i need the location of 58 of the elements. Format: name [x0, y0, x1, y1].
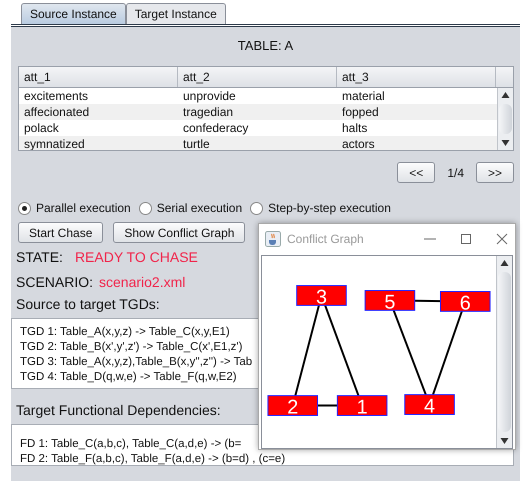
window-title: Conflict Graph — [287, 232, 365, 246]
fd-text: FD 1: Table_C(a,b,c), Table_C(a,d,e) -> (b= — [20, 437, 242, 452]
tab[interactable]: Target Instance — [126, 3, 226, 24]
table-cell-text: confederacy — [182, 120, 250, 136]
scroll-up-icon[interactable] — [501, 91, 510, 99]
fds-heading: Target Functional Dependencies: — [16, 402, 221, 418]
graph-node[interactable]: 3 — [296, 285, 347, 308]
java-cup-icon — [265, 230, 281, 246]
column-header[interactable]: att_1 — [19, 67, 178, 87]
state-value: READY TO CHASE — [74, 249, 198, 265]
graph-node[interactable]: 6 — [440, 291, 491, 314]
action-button[interactable]: Show Conflict Graph — [113, 222, 246, 243]
tgds-heading: Source to target TGDs: — [16, 296, 160, 312]
scrollbar[interactable] — [496, 256, 512, 448]
graph-node[interactable]: 4 — [404, 394, 455, 418]
column-header[interactable]: att_3 — [337, 67, 496, 87]
table-cell-text: turtle — [182, 136, 211, 150]
tgd-text: TGD 4: Table_D(q,w,e) -> Table_F(q,w,E2) — [20, 370, 237, 385]
tgd-text: TGD 3: Table_A(x,y,z),Table_B(x,y'',z'') -> Tab — [20, 355, 252, 370]
scroll-down-icon[interactable] — [501, 139, 510, 147]
table-cell-text: unprovide — [182, 88, 237, 104]
page-indicator: 1/4 — [447, 166, 464, 180]
graph-node[interactable]: 1 — [336, 395, 388, 418]
radio-label[interactable]: Step-by-step execution — [268, 201, 391, 215]
previous-page-button[interactable]: << — [397, 162, 436, 183]
table-cell-text: halts — [341, 120, 368, 136]
table-cell-text: polack — [23, 120, 60, 136]
graph-edge — [414, 300, 440, 302]
graph-node[interactable]: 5 — [364, 290, 416, 314]
table-cell-text: material — [341, 88, 386, 104]
radio-label[interactable]: Serial execution — [156, 201, 242, 215]
table-cell-text: actors — [341, 136, 376, 150]
graph-edge — [318, 404, 338, 407]
radio-label[interactable]: Parallel execution — [36, 201, 131, 215]
maximize-icon[interactable] — [459, 232, 473, 246]
scenario-label: SCENARIO: — [16, 274, 94, 290]
table-cell-text: fopped — [341, 104, 380, 120]
next-page-button[interactable]: >> — [476, 162, 514, 183]
action-button[interactable]: Start Chase — [18, 222, 104, 243]
close-icon[interactable] — [495, 232, 509, 246]
column-header[interactable]: att_2 — [178, 67, 337, 87]
tgd-text: TGD 2: Table_B(x',y',z') -> Table_C(x',E1,z') — [20, 340, 242, 355]
radio-button[interactable] — [250, 202, 264, 214]
scenario-value: scenario2.xml — [99, 274, 186, 290]
state-label: STATE: — [16, 249, 63, 265]
graph-node[interactable]: 2 — [267, 395, 318, 418]
radio-button[interactable] — [18, 202, 31, 214]
table-cell-text: tragedian — [182, 104, 234, 120]
fd-text: FD 2: Table_F(a,b,c), Table_F(a,d,e) -> (b=d) , (c=e) — [20, 452, 286, 467]
radio-button[interactable] — [138, 202, 152, 214]
scroll-up-icon[interactable] — [500, 259, 509, 267]
tab[interactable]: Source Instance — [21, 3, 126, 24]
tgd-text: TGD 1: Table_A(x,y,z) -> Table_C(x,y,E1) — [20, 325, 230, 340]
table-title: TABLE: A — [236, 37, 294, 55]
table-cell-text: affecionated — [23, 104, 90, 120]
scrollbar[interactable] — [497, 88, 513, 150]
table-cell-text: excitements — [23, 88, 90, 104]
scroll-down-icon[interactable] — [500, 437, 509, 445]
